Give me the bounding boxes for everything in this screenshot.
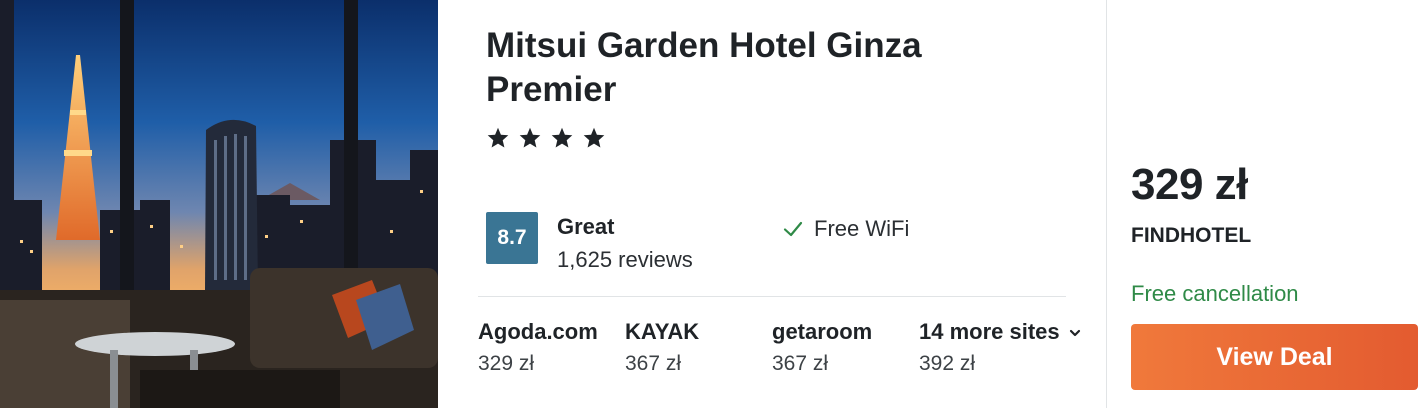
site-price: 392 zł <box>919 352 976 375</box>
chevron-down-icon <box>1069 330 1080 337</box>
best-deal: 329 zł FINDHOTEL Free cancellation View … <box>1131 0 1421 408</box>
hotel-result-card[interactable]: Mitsui Garden Hotel Ginza Premier 8.7 Gr… <box>0 0 1428 408</box>
site-name: KAYAK <box>625 319 700 344</box>
site-name: getaroom <box>772 319 873 344</box>
site-price: 329 zł <box>478 352 535 375</box>
rating-score-badge: 8.7 <box>486 212 538 264</box>
review-count[interactable]: 1,625 reviews <box>557 247 693 273</box>
star-icon <box>519 127 541 148</box>
check-icon <box>783 221 803 237</box>
hotel-info: Mitsui Garden Hotel Ginza Premier 8.7 Gr… <box>478 0 1080 408</box>
site-name: 14 more sites <box>919 318 1109 346</box>
site-getaroom[interactable]: getaroom 367 zł <box>772 318 912 377</box>
amenity-free-wifi: Free WiFi <box>782 216 909 242</box>
site-price: 367 zł <box>625 352 682 375</box>
hotel-name[interactable]: Mitsui Garden Hotel Ginza Premier <box>486 24 1046 112</box>
price-comparison-sites: Agoda.com 329 zł KAYAK 367 zł getaroom 3… <box>478 318 1108 388</box>
star-icon <box>551 127 573 148</box>
site-price: 367 zł <box>772 352 829 375</box>
amenity-label: Free WiFi <box>814 216 910 241</box>
site-kayak[interactable]: KAYAK 367 zł <box>625 318 765 377</box>
site-name: Agoda.com <box>478 319 598 344</box>
site-agoda[interactable]: Agoda.com 329 zł <box>478 318 618 377</box>
star-rating <box>486 126 606 150</box>
more-sites-label: 14 more sites <box>919 319 1060 344</box>
hotel-photo[interactable] <box>0 0 438 408</box>
hotel-photo-illustration <box>0 0 438 408</box>
view-deal-button[interactable]: View Deal <box>1131 324 1418 390</box>
star-icon <box>487 127 509 148</box>
divider <box>478 296 1066 297</box>
column-divider <box>1106 0 1107 408</box>
more-sites-dropdown[interactable]: 14 more sites 392 zł <box>919 318 1109 377</box>
rating-label: Great <box>557 214 615 239</box>
deal-provider: FINDHOTEL <box>1131 224 1252 247</box>
star-icon <box>583 127 605 148</box>
deal-price: 329 zł <box>1131 160 1248 209</box>
free-cancellation-label: Free cancellation <box>1131 281 1299 306</box>
